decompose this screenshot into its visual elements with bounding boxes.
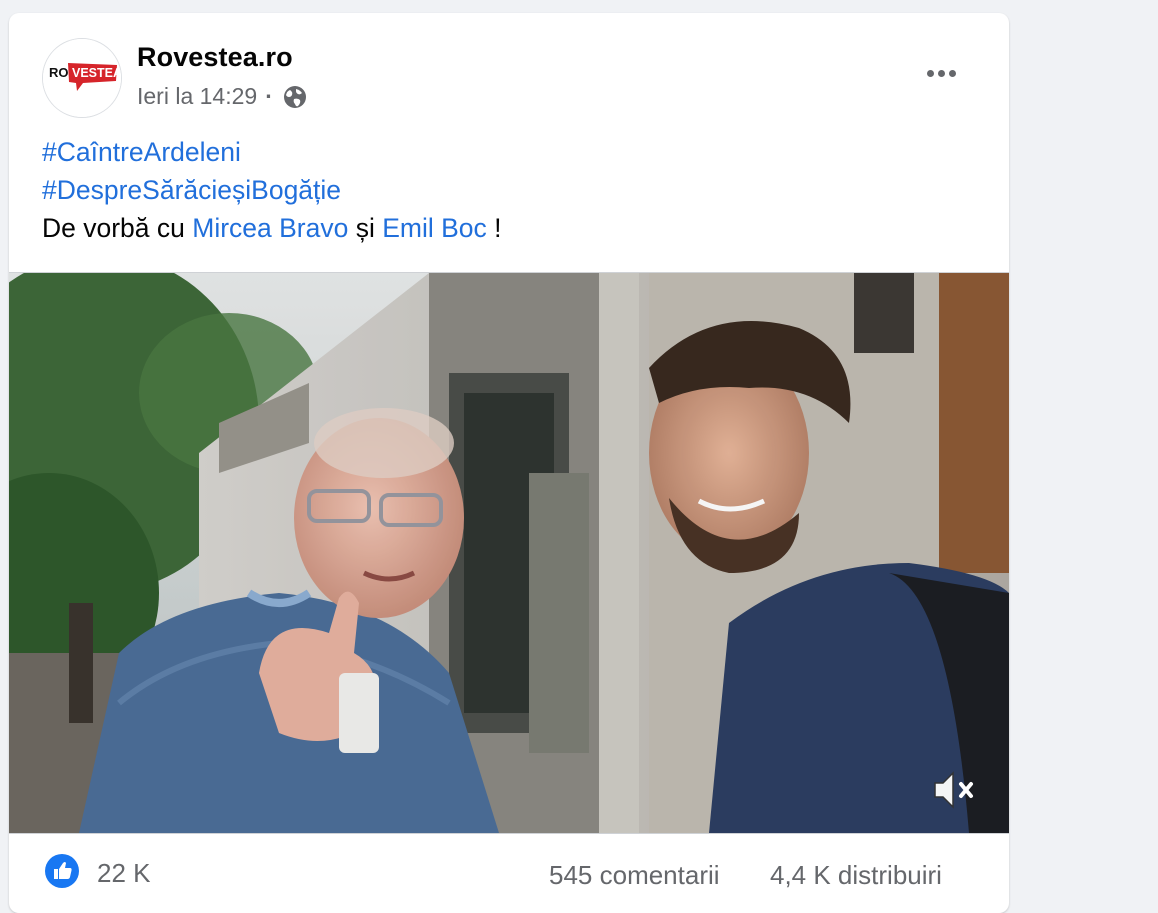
author-name[interactable]: Rovestea.ro <box>137 42 293 73</box>
logo-vestea-text: VESTEA <box>72 66 121 80</box>
meta-separator: · <box>265 83 273 109</box>
body-prefix: De vorbă cu <box>42 213 193 243</box>
more-dot <box>937 69 945 77</box>
post-timestamp[interactable]: Ieri la 14:29 <box>137 83 257 110</box>
reaction-count[interactable]: 22 K <box>97 858 151 889</box>
video-player[interactable] <box>9 272 1009 834</box>
post-footer: 22 K 545 comentarii 4,4 K distribuiri <box>9 843 1009 903</box>
rovestea-logo: RO VESTEA <box>43 39 121 117</box>
logo-ro-text: RO <box>49 65 69 80</box>
post-meta: Ieri la 14:29 · <box>137 83 307 110</box>
more-dot <box>948 69 956 77</box>
comment-count[interactable]: 545 comentarii <box>549 860 720 891</box>
more-dot <box>926 69 934 77</box>
speaker-muted-icon[interactable] <box>929 765 981 815</box>
globe-icon[interactable] <box>283 85 307 109</box>
page-avatar[interactable]: RO VESTEA <box>42 38 122 118</box>
share-count[interactable]: 4,4 K distribuiri <box>770 860 942 891</box>
body-suffix: ! <box>486 213 502 243</box>
post-text: #CaîntreArdeleni #DespreSărăcieșiBogăție… <box>42 133 502 247</box>
like-icon[interactable] <box>45 854 79 888</box>
body-middle: și <box>348 213 383 243</box>
video-frame <box>9 273 1009 833</box>
hashtag-link[interactable]: #CaîntreArdeleni <box>42 137 241 167</box>
mention-emil-boc[interactable]: Emil Boc <box>382 213 487 243</box>
post-card: RO VESTEA Rovestea.ro Ieri la 14:29 · #C… <box>9 13 1009 913</box>
mention-mircea-bravo[interactable]: Mircea Bravo <box>192 213 348 243</box>
more-options-button[interactable] <box>917 61 965 85</box>
hashtag-link[interactable]: #DespreSărăcieșiBogăție <box>42 175 341 205</box>
post-body: De vorbă cu Mircea Bravo și Emil Boc ! <box>42 209 502 247</box>
